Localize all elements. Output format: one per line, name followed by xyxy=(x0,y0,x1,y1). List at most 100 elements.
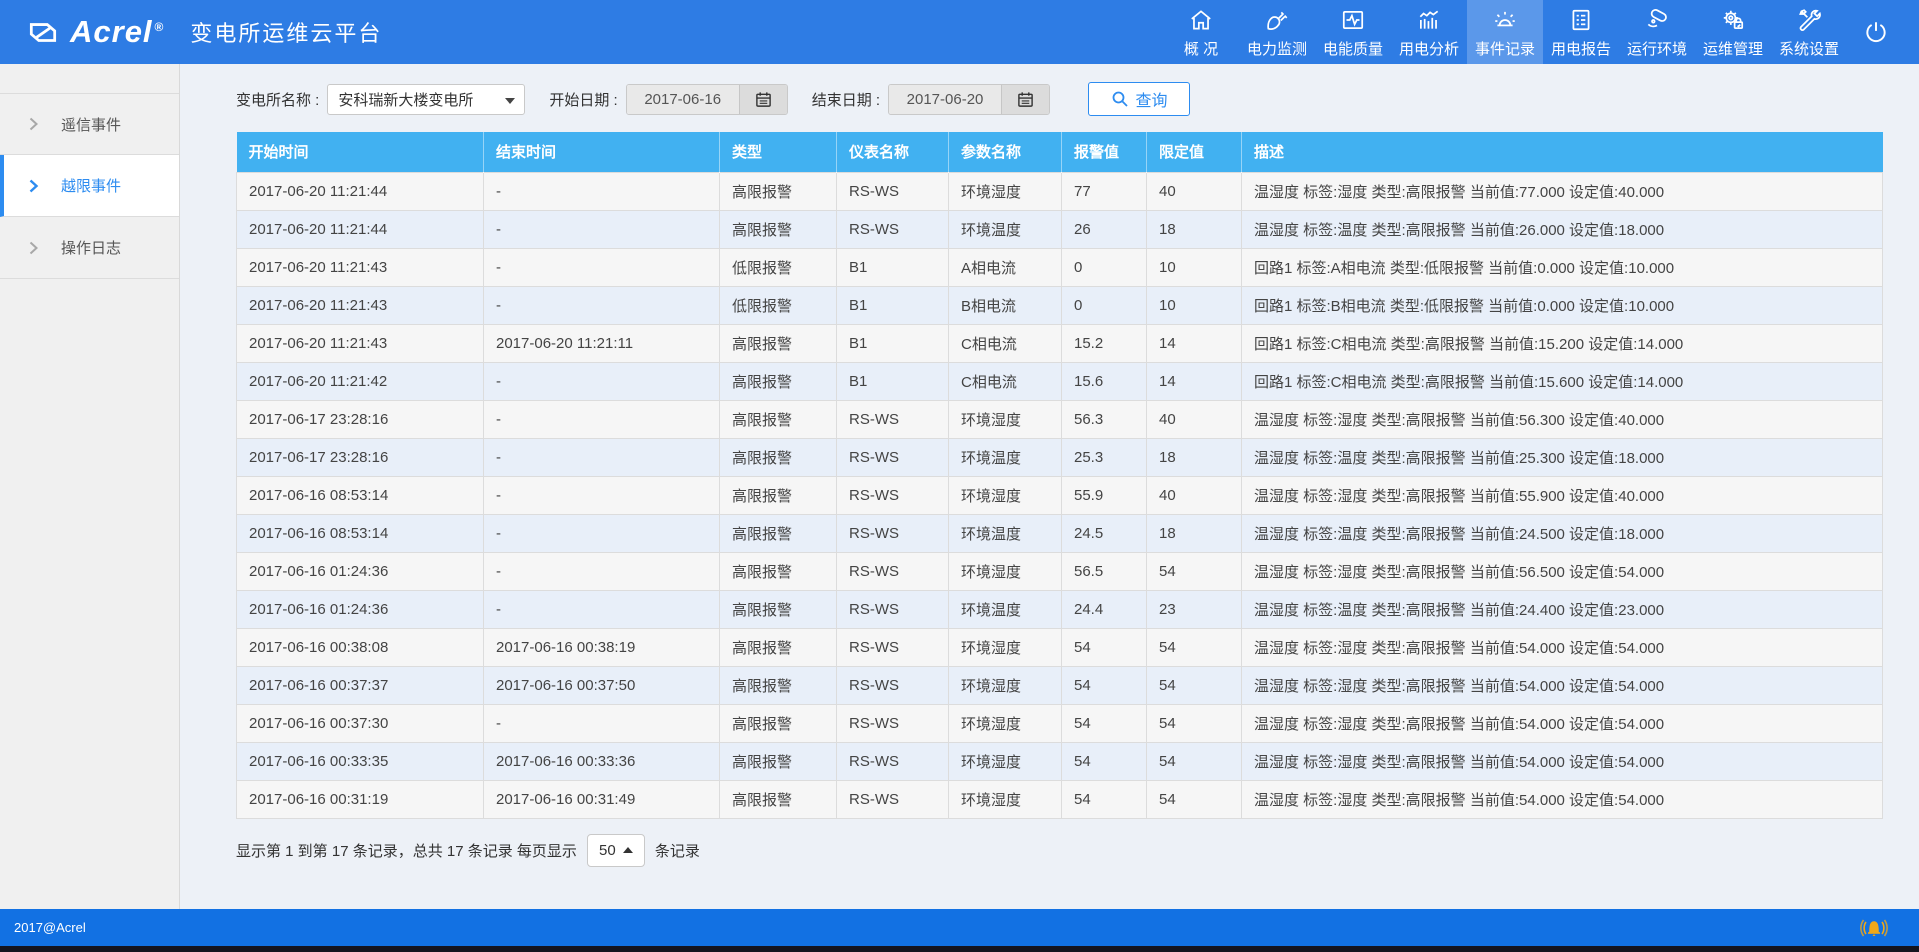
table-cell: - xyxy=(484,476,720,514)
table-cell: 高限报警 xyxy=(720,514,837,552)
search-button[interactable]: 查询 xyxy=(1088,82,1190,116)
table-cell: 温湿度 标签:湿度 类型:高限报警 当前值:54.000 设定值:54.000 xyxy=(1242,780,1883,818)
table-cell: 高限报警 xyxy=(720,476,837,514)
table-row[interactable]: 2017-06-16 00:37:372017-06-16 00:37:50高限… xyxy=(237,666,1883,704)
sidebar-item-label: 操作日志 xyxy=(61,237,121,258)
end-date-calendar-button[interactable] xyxy=(1001,85,1049,114)
table-cell: 40 xyxy=(1147,400,1242,438)
sidebar-item-limit-events[interactable]: 越限事件 xyxy=(0,155,179,217)
table-cell: 环境湿度 xyxy=(949,400,1062,438)
nav-item-om-management[interactable]: 运维管理 xyxy=(1695,0,1771,64)
pagination-summary: 显示第 1 到第 17 条记录，总共 17 条记录 每页显示 xyxy=(236,840,577,861)
table-cell: 温湿度 标签:湿度 类型:高限报警 当前值:54.000 设定值:54.000 xyxy=(1242,628,1883,666)
side-menu: 遥信事件 越限事件 操作日志 xyxy=(0,93,179,279)
table-row[interactable]: 2017-06-20 11:21:43-低限报警B1B相电流010回路1 标签:… xyxy=(237,286,1883,324)
table-cell: 2017-06-20 11:21:44 xyxy=(237,210,484,248)
col-header-type[interactable]: 类型 xyxy=(720,132,837,172)
table-cell: 温湿度 标签:温度 类型:高限报警 当前值:26.000 设定值:18.000 xyxy=(1242,210,1883,248)
table-cell: 54 xyxy=(1062,780,1147,818)
table-cell: RS-WS xyxy=(837,780,949,818)
col-header-description[interactable]: 描述 xyxy=(1242,132,1883,172)
col-header-param-name[interactable]: 参数名称 xyxy=(949,132,1062,172)
chevron-right-icon xyxy=(28,179,39,193)
table-cell: 高限报警 xyxy=(720,438,837,476)
table-cell: 2017-06-16 00:33:35 xyxy=(237,742,484,780)
table-cell: 温湿度 标签:湿度 类型:高限报警 当前值:56.300 设定值:40.000 xyxy=(1242,400,1883,438)
table-cell: 23 xyxy=(1147,590,1242,628)
table-cell: - xyxy=(484,286,720,324)
table-cell: - xyxy=(484,438,720,476)
table-cell: 环境湿度 xyxy=(949,666,1062,704)
end-date-input[interactable]: 2017-06-20 xyxy=(889,85,1001,114)
table-row[interactable]: 2017-06-17 23:28:16-高限报警RS-WS环境温度25.318温… xyxy=(237,438,1883,476)
search-icon xyxy=(1111,90,1129,108)
table-cell: A相电流 xyxy=(949,248,1062,286)
nav-item-system-settings[interactable]: 系统设置 xyxy=(1771,0,1847,64)
col-header-alarm-value[interactable]: 报警值 xyxy=(1062,132,1147,172)
nav-item-event-records[interactable]: 事件记录 xyxy=(1467,0,1543,64)
col-header-meter-name[interactable]: 仪表名称 xyxy=(837,132,949,172)
table-cell: 温湿度 标签:温度 类型:高限报警 当前值:25.300 设定值:18.000 xyxy=(1242,438,1883,476)
table-cell: 高限报警 xyxy=(720,210,837,248)
table-cell: RS-WS xyxy=(837,704,949,742)
nav-item-power-monitor[interactable]: 电力监测 xyxy=(1239,0,1315,64)
table-row[interactable]: 2017-06-16 08:53:14-高限报警RS-WS环境湿度55.940温… xyxy=(237,476,1883,514)
table-cell: 温湿度 标签:温度 类型:高限报警 当前值:24.500 设定值:18.000 xyxy=(1242,514,1883,552)
table-cell: 55.9 xyxy=(1062,476,1147,514)
table-row[interactable]: 2017-06-16 00:33:352017-06-16 00:33:36高限… xyxy=(237,742,1883,780)
table-cell: 2017-06-16 00:37:50 xyxy=(484,666,720,704)
table-cell: 高限报警 xyxy=(720,628,837,666)
table-cell: 2017-06-16 08:53:14 xyxy=(237,476,484,514)
pagination-suffix: 条记录 xyxy=(655,840,700,861)
table-cell: 54 xyxy=(1147,552,1242,590)
sidebar-item-operation-log[interactable]: 操作日志 xyxy=(0,217,179,279)
power-icon xyxy=(1863,19,1889,45)
page-size-select[interactable]: 50 xyxy=(587,834,645,867)
start-date-calendar-button[interactable] xyxy=(739,85,787,114)
main-content: 变电所名称 : 安科瑞新大楼变电所 开始日期 : 2017-06-16 xyxy=(180,64,1919,909)
table-cell: RS-WS xyxy=(837,666,949,704)
table-row[interactable]: 2017-06-16 00:38:082017-06-16 00:38:19高限… xyxy=(237,628,1883,666)
station-select[interactable]: 安科瑞新大楼变电所 xyxy=(327,84,525,115)
table-cell: 环境湿度 xyxy=(949,476,1062,514)
logout-power-button[interactable] xyxy=(1847,0,1905,64)
table-row[interactable]: 2017-06-20 11:21:432017-06-20 11:21:11高限… xyxy=(237,324,1883,362)
table-cell: 18 xyxy=(1147,438,1242,476)
nav-item-usage-report[interactable]: 用电报告 xyxy=(1543,0,1619,64)
nav-item-overview[interactable]: 概 况 xyxy=(1163,0,1239,64)
brand-area: Acrel® 变电所运维云平台 xyxy=(0,0,520,64)
footer-bar: 2017@Acrel xyxy=(0,909,1919,946)
nav-item-power-quality[interactable]: 电能质量 xyxy=(1315,0,1391,64)
table-row[interactable]: 2017-06-16 00:37:30-高限报警RS-WS环境湿度5454温湿度… xyxy=(237,704,1883,742)
table-cell: 2017-06-16 00:31:49 xyxy=(484,780,720,818)
table-cell: 环境湿度 xyxy=(949,704,1062,742)
table-cell: 15.6 xyxy=(1062,362,1147,400)
sidebar-item-telesignal-events[interactable]: 遥信事件 xyxy=(0,93,179,155)
table-row[interactable]: 2017-06-20 11:21:43-低限报警B1A相电流010回路1 标签:… xyxy=(237,248,1883,286)
table-cell: 0 xyxy=(1062,248,1147,286)
col-header-limit-value[interactable]: 限定值 xyxy=(1147,132,1242,172)
col-header-start-time[interactable]: 开始时间 xyxy=(237,132,484,172)
col-header-end-time[interactable]: 结束时间 xyxy=(484,132,720,172)
table-cell: - xyxy=(484,400,720,438)
nav-item-usage-analysis[interactable]: 用电分析 xyxy=(1391,0,1467,64)
table-row[interactable]: 2017-06-16 00:31:192017-06-16 00:31:49高限… xyxy=(237,780,1883,818)
table-cell: B1 xyxy=(837,362,949,400)
table-row[interactable]: 2017-06-20 11:21:44-高限报警RS-WS环境温度2618温湿度… xyxy=(237,210,1883,248)
table-row[interactable]: 2017-06-16 08:53:14-高限报警RS-WS环境温度24.518温… xyxy=(237,514,1883,552)
bell-notification-icon[interactable] xyxy=(1859,914,1889,942)
nav-item-operating-env[interactable]: 运行环境 xyxy=(1619,0,1695,64)
table-row[interactable]: 2017-06-17 23:28:16-高限报警RS-WS环境湿度56.340温… xyxy=(237,400,1883,438)
start-date-input[interactable]: 2017-06-16 xyxy=(627,85,739,114)
table-row[interactable]: 2017-06-20 11:21:42-高限报警B1C相电流15.614回路1 … xyxy=(237,362,1883,400)
table-cell: 高限报警 xyxy=(720,362,837,400)
table-cell: 高限报警 xyxy=(720,400,837,438)
table-cell: 54 xyxy=(1062,628,1147,666)
table-cell: 54 xyxy=(1147,742,1242,780)
table-row[interactable]: 2017-06-20 11:21:44-高限报警RS-WS环境湿度7740温湿度… xyxy=(237,172,1883,210)
table-cell: 2017-06-17 23:28:16 xyxy=(237,438,484,476)
table-row[interactable]: 2017-06-16 01:24:36-高限报警RS-WS环境温度24.423温… xyxy=(237,590,1883,628)
table-row[interactable]: 2017-06-16 01:24:36-高限报警RS-WS环境湿度56.554温… xyxy=(237,552,1883,590)
table-cell: RS-WS xyxy=(837,514,949,552)
table-cell: B1 xyxy=(837,248,949,286)
